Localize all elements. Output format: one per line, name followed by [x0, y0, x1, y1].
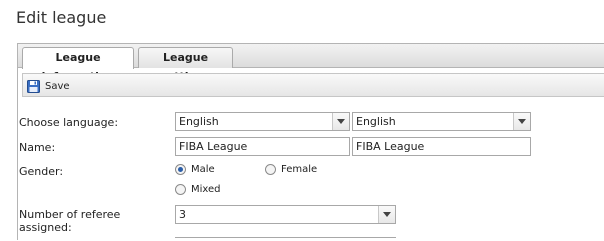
gender-radio-mixed[interactable]: Mixed [175, 184, 221, 195]
chevron-down-icon[interactable] [378, 206, 395, 223]
referee-label-line1: Number of referee [19, 208, 121, 221]
gender-option-label: Female [281, 164, 318, 175]
toolbar: Save [22, 73, 604, 97]
radio-unselected-icon [265, 164, 276, 175]
next-field-edge [175, 237, 396, 241]
language-select-2-value: English [356, 115, 396, 128]
chevron-down-icon[interactable] [332, 113, 349, 130]
referee-count-select[interactable]: 3 [175, 205, 396, 224]
language-label: Choose language: [19, 116, 119, 129]
name-input-1-value: FIBA League [179, 140, 248, 153]
gender-radio-female[interactable]: Female [265, 164, 317, 175]
radio-selected-icon [175, 164, 186, 175]
name-input-1[interactable]: FIBA League [175, 137, 350, 156]
language-select-1-value: English [179, 115, 219, 128]
tab-league-information[interactable]: League information [22, 47, 134, 83]
language-select-1[interactable]: English [175, 112, 350, 131]
radio-unselected-icon [175, 184, 186, 195]
save-button[interactable]: Save [27, 78, 70, 94]
tab-league-settings[interactable]: League settings [138, 47, 233, 83]
referee-label-line2: assigned: [19, 221, 72, 234]
floppy-disk-icon [27, 79, 40, 93]
name-label: Name: [19, 141, 56, 154]
tab-bar: League information League settings [18, 44, 604, 83]
page-title: Edit league [16, 8, 107, 27]
gender-option-label: Male [191, 164, 215, 175]
gender-option-label: Mixed [191, 184, 221, 195]
chevron-down-icon[interactable] [513, 113, 530, 130]
gender-label: Gender: [19, 165, 64, 178]
name-input-2-value: FIBA League [356, 140, 425, 153]
referee-count-value: 3 [179, 208, 186, 221]
gender-radio-male[interactable]: Male [175, 164, 215, 175]
language-select-2[interactable]: English [352, 112, 531, 131]
name-input-2[interactable]: FIBA League [352, 137, 531, 156]
save-label: Save [45, 80, 70, 92]
